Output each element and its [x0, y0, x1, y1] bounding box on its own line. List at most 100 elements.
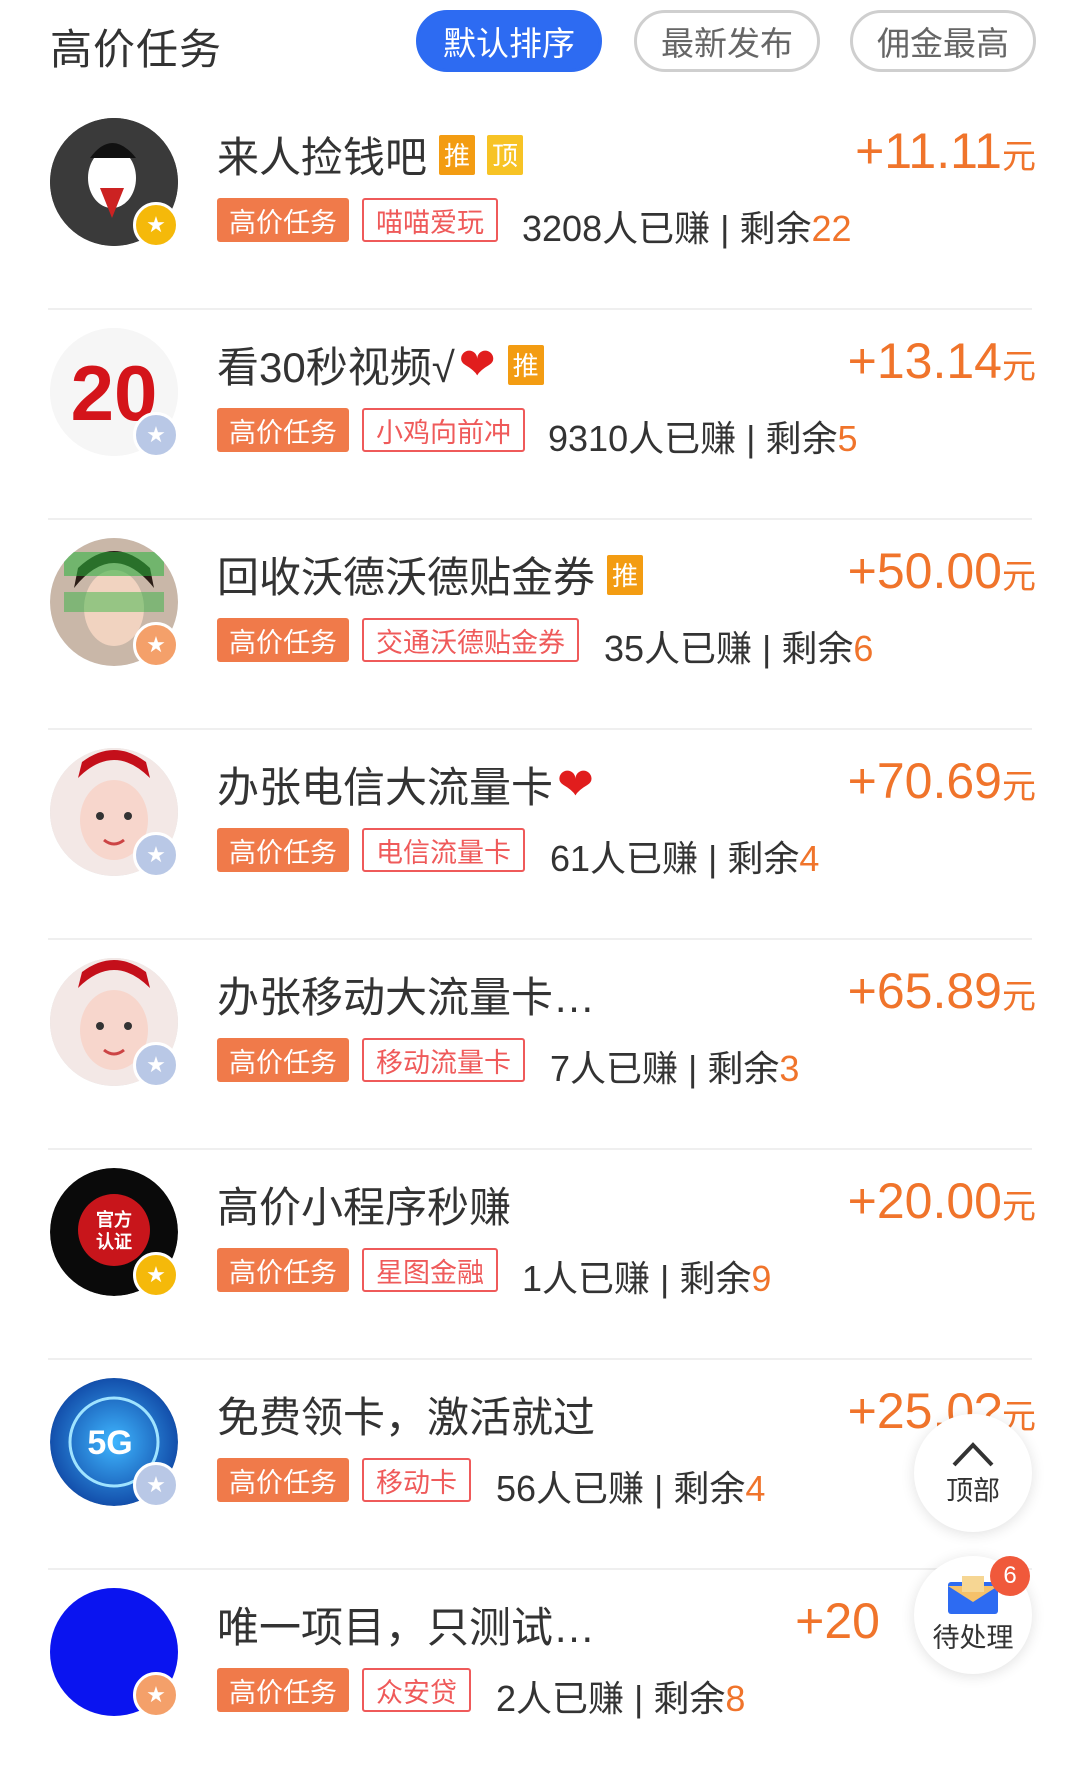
earned-count: 61人已赚 | 剩余: [550, 838, 800, 879]
task-stats: 2人已赚 | 剩余8: [496, 1670, 745, 1722]
remain-count: 6: [853, 628, 874, 669]
remain-count: 9: [751, 1258, 772, 1299]
earned-count: 7人已赚 | 剩余: [550, 1048, 780, 1089]
back-to-top-label: 顶部: [946, 1475, 1000, 1506]
price-unit: 元: [1002, 1188, 1036, 1226]
page-title: 高价任务: [50, 26, 223, 73]
publisher-tag: 电信流量卡: [362, 828, 525, 872]
task-title-text: 高价小程序秒赚: [217, 1184, 512, 1231]
task-title-text: 回收沃德沃德贴金券: [217, 554, 596, 601]
remain-count: 8: [725, 1678, 746, 1719]
heart-icon: ❤: [458, 340, 496, 389]
task-title: 办张电信大流量卡 ❤: [217, 754, 594, 815]
task-stats: 7人已赚 | 剩余3: [550, 1040, 799, 1092]
task-stats: 61人已赚 | 剩余4: [550, 830, 819, 882]
recommend-tag: 推: [607, 554, 644, 595]
price-unit: 元: [1002, 348, 1036, 386]
pending-count-badge: 6: [990, 1556, 1030, 1596]
publisher-tag: 移动流量卡: [362, 1038, 525, 1082]
task-title: 高价小程序秒赚: [217, 1174, 511, 1235]
star-badge-icon: ★: [133, 1672, 179, 1718]
svg-text:认证: 认证: [96, 1231, 132, 1253]
task-title: 看30秒视频√ ❤ 推: [217, 334, 544, 395]
category-chip: 高价任务: [217, 1038, 349, 1082]
category-chip: 高价任务: [217, 828, 349, 872]
task-stats: 35人已赚 | 剩余6: [604, 620, 873, 672]
task-price: +50.00元: [848, 542, 1036, 600]
remain-count: 3: [779, 1048, 800, 1089]
task-title-text: 来人捡钱吧: [217, 134, 428, 181]
publisher-tag: 众安贷: [362, 1668, 471, 1712]
price-value: +70.69: [847, 753, 1002, 809]
category-chip: 高价任务: [217, 408, 349, 452]
publisher-tag: 小鸡向前冲: [362, 408, 525, 452]
remain-count: 4: [745, 1468, 766, 1509]
star-badge-icon: ★: [133, 1462, 179, 1508]
category-chip: 高价任务: [217, 1458, 349, 1502]
task-title-text: 办张电信大流量卡: [217, 764, 554, 811]
category-chip: 高价任务: [217, 1668, 349, 1712]
task-title-text: 办张移动大流量卡…: [217, 974, 596, 1021]
task-price: +20.00元: [848, 1172, 1036, 1230]
recommend-tag: 推: [507, 344, 544, 385]
task-title: 回收沃德沃德贴金券 推: [217, 544, 644, 605]
pending-label: 待处理: [932, 1622, 1014, 1653]
avatar-text: 5G: [87, 1424, 132, 1462]
task-row[interactable]: ★ 来人捡钱吧 推 顶 +11.11元 高价任务 喵喵爱玩 3208人已赚 | …: [0, 100, 1080, 310]
price-unit: 元: [1002, 978, 1036, 1016]
task-row[interactable]: ★ 办张移动大流量卡… +65.89元 高价任务 移动流量卡 7人已赚 | 剩余…: [0, 940, 1080, 1150]
task-price: +20: [795, 1592, 880, 1650]
price-value: +65.89: [847, 963, 1002, 1019]
earned-count: 2人已赚 | 剩余: [496, 1678, 726, 1719]
task-price: +65.89元: [848, 962, 1036, 1020]
chevron-up-icon: [952, 1441, 994, 1466]
price-unit: 元: [1002, 558, 1036, 596]
task-title: 唯一项目，只测试…: [217, 1594, 595, 1655]
task-stats: 3208人已赚 | 剩余22: [522, 200, 852, 252]
task-stats: 1人已赚 | 剩余9: [522, 1250, 771, 1302]
price-value: +50.00: [847, 543, 1002, 599]
star-badge-icon: ★: [133, 412, 179, 458]
header: 高价任务 默认排序 最新发布 佣金最高: [0, 0, 1080, 92]
task-price: +70.69元: [848, 752, 1036, 810]
price-value: +20: [795, 1593, 880, 1649]
earned-count: 56人已赚 | 剩余: [496, 1468, 746, 1509]
task-row[interactable]: ★ 回收沃德沃德贴金券 推 +50.00元 高价任务 交通沃德贴金券 35人已赚…: [0, 520, 1080, 730]
category-chip: 高价任务: [217, 1248, 349, 1292]
task-stats: 56人已赚 | 剩余4: [496, 1460, 765, 1512]
heart-icon: ❤: [557, 760, 594, 809]
task-row[interactable]: 官方 认证 ★ 高价小程序秒赚 +20.00元 高价任务 星图金融 1人已赚 |…: [0, 1150, 1080, 1360]
price-value: +13.14: [847, 333, 1002, 389]
sort-commission-button[interactable]: 佣金最高: [850, 10, 1036, 72]
sort-default-button[interactable]: 默认排序: [416, 10, 602, 72]
remain-count: 22: [811, 208, 852, 249]
recommend-tag: 推: [439, 134, 476, 175]
earned-count: 1人已赚 | 剩余: [522, 1258, 752, 1299]
top-tag: 顶: [487, 134, 524, 175]
category-chip: 高价任务: [217, 618, 349, 662]
earned-count: 9310人已赚 | 剩余: [548, 418, 838, 459]
back-to-top-button[interactable]: 顶部: [914, 1414, 1032, 1532]
task-price: +13.14元: [848, 332, 1036, 390]
task-title: 办张移动大流量卡…: [217, 964, 595, 1025]
task-title-text: 唯一项目，只测试…: [217, 1604, 596, 1651]
publisher-tag: 交通沃德贴金券: [362, 618, 579, 662]
publisher-tag: 移动卡: [362, 1458, 471, 1502]
task-stats: 9310人已赚 | 剩余5: [548, 410, 857, 462]
task-title-text: 看30秒视频√: [217, 344, 455, 391]
earned-count: 35人已赚 | 剩余: [604, 628, 854, 669]
task-title: 免费领卡，激活就过: [217, 1384, 595, 1445]
publisher-tag: 喵喵爱玩: [362, 198, 498, 242]
remain-count: 5: [837, 418, 858, 459]
star-badge-icon: ★: [133, 1042, 179, 1088]
star-badge-icon: ★: [133, 832, 179, 878]
pending-button[interactable]: 待处理 6: [914, 1556, 1032, 1674]
task-row[interactable]: ★ 办张电信大流量卡 ❤ +70.69元 高价任务 电信流量卡 61人已赚 | …: [0, 730, 1080, 940]
sort-newest-button[interactable]: 最新发布: [634, 10, 820, 72]
price-value: +20.00: [847, 1173, 1002, 1229]
task-row[interactable]: 20 ★ 看30秒视频√ ❤ 推 +13.14元 高价任务 小鸡向前冲 9310…: [0, 310, 1080, 520]
star-badge-icon: ★: [133, 1252, 179, 1298]
price-unit: 元: [1002, 768, 1036, 806]
price-unit: 元: [1002, 138, 1036, 176]
task-price: +11.11元: [855, 122, 1036, 180]
